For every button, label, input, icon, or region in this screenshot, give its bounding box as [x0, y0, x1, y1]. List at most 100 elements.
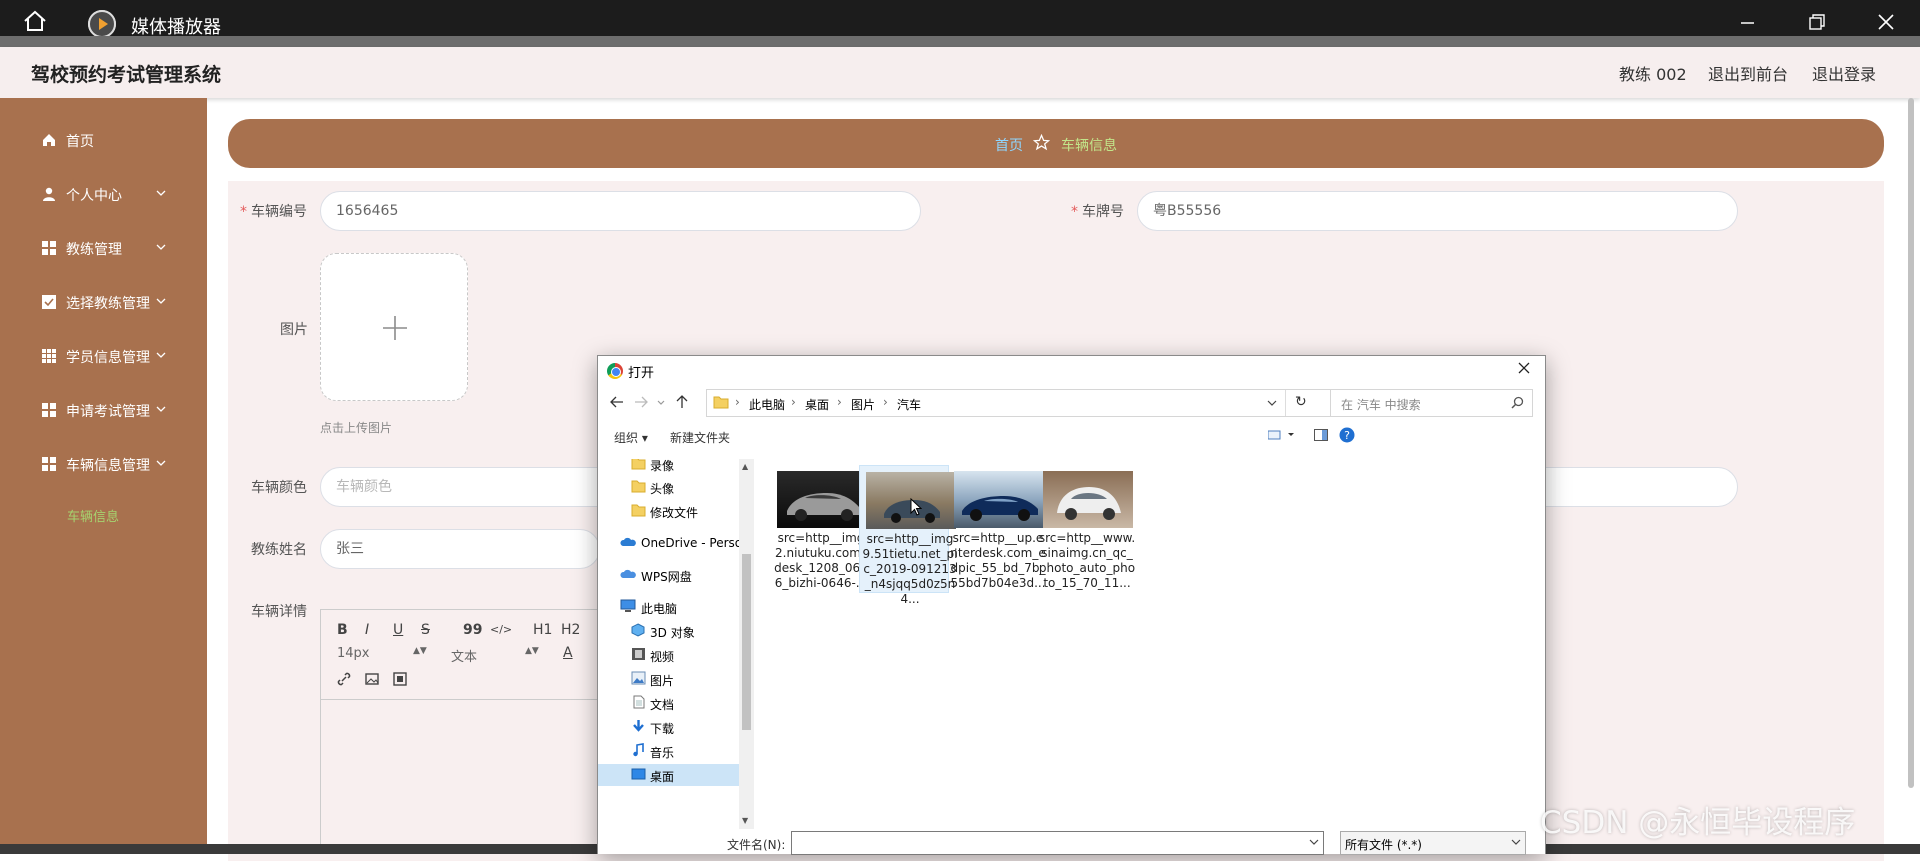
file-item[interactable]: src=http__up.enterdesk.com_edpic_55_bd_7… — [948, 465, 1046, 593]
current-user: 教练 002 — [1619, 65, 1687, 84]
italic-button[interactable]: I — [365, 622, 369, 638]
app-brand: 驾校预约考试管理系统 — [31, 64, 222, 86]
tree-item[interactable]: 图片 — [598, 668, 739, 690]
page-scrollbar[interactable] — [1908, 98, 1914, 788]
tree-item[interactable]: WPS网盘 — [598, 564, 739, 586]
player-logo-icon — [88, 10, 116, 38]
chevron-down-icon[interactable] — [1309, 837, 1319, 847]
app-header: 驾校预约考试管理系统 教练 002 退出到前台 退出登录 — [0, 47, 1920, 98]
filetype-select[interactable]: 所有文件 (*.*) — [1340, 831, 1526, 855]
tree-item[interactable]: 文档 — [598, 692, 739, 714]
home-icon — [42, 133, 56, 147]
view-options-icon[interactable] — [1268, 430, 1298, 440]
tree-item[interactable]: 3D 对象 — [598, 620, 739, 642]
bold-button[interactable]: B — [337, 622, 348, 638]
sidebar-item-label: 个人中心 — [66, 188, 122, 204]
tree-item[interactable]: 此电脑 — [598, 596, 739, 618]
tree-item[interactable]: 下载 — [598, 716, 739, 738]
dialog-close-icon[interactable] — [1517, 361, 1531, 375]
underline-button[interactable]: U — [393, 622, 403, 638]
home-icon[interactable] — [22, 9, 48, 33]
tree-scrollbar[interactable]: ▲ ▼ — [739, 459, 754, 829]
dialog-search-input[interactable]: 在 汽车 中搜索 — [1330, 389, 1533, 417]
grid-icon — [42, 349, 56, 363]
breadcrumb: 首页 车辆信息 — [228, 119, 1884, 168]
sidebar-item-label: 学员信息管理 — [66, 350, 150, 366]
link-icon[interactable] — [337, 672, 351, 686]
search-icon — [1511, 396, 1524, 409]
sidebar-subitem-vehicle-info[interactable]: 车辆信息 — [67, 506, 119, 525]
exit-to-front-link[interactable]: 退出到前台 — [1708, 61, 1788, 85]
mouse-cursor-icon — [910, 498, 922, 516]
sidebar-item-home[interactable]: 首页 — [0, 120, 207, 160]
sidebar-item-student-info[interactable]: 学员信息管理 — [0, 336, 207, 376]
close-icon[interactable] — [1871, 12, 1901, 34]
organize-menu[interactable]: 组织 ▾ — [614, 429, 648, 446]
file-item-selected[interactable]: src=http__img9.51tietu.net_pic_2019-0912… — [859, 465, 957, 606]
sidebar-item-select-coach[interactable]: 选择教练管理 — [0, 282, 207, 322]
file-item[interactable]: src=http__www.sinaimg.cn_qc_photo_auto_p… — [1037, 465, 1135, 593]
forward-arrow-icon[interactable] — [634, 396, 648, 408]
image-icon[interactable] — [365, 672, 379, 686]
help-icon[interactable]: ? — [1339, 427, 1355, 443]
recent-chevron-icon[interactable] — [656, 397, 666, 407]
sidebar-item-exam-application[interactable]: 申请考试管理 — [0, 390, 207, 430]
sidebar-item-personal-center[interactable]: 个人中心 — [0, 174, 207, 214]
desktop-icon — [631, 767, 646, 781]
chevron-down-icon — [156, 297, 166, 305]
address-bar[interactable]: › 此电脑 › 桌面 › 图片 › 汽车 ↻ — [706, 389, 1382, 417]
h1-button[interactable]: H1 — [533, 622, 552, 638]
file-name: src=http__img2.niutuku.com_desk_1208_064… — [774, 531, 868, 590]
tree-scrollbar-thumb[interactable] — [742, 554, 751, 730]
image-upload[interactable] — [320, 253, 468, 401]
breadcrumb-home[interactable]: 首页 — [995, 135, 1023, 155]
scroll-up-icon[interactable]: ▲ — [742, 462, 748, 471]
path-segment[interactable]: 图片 — [851, 396, 875, 413]
restore-icon[interactable] — [1800, 12, 1830, 34]
tree-item-label: 录像 — [650, 459, 675, 473]
chevron-down-icon[interactable] — [1267, 398, 1277, 408]
paragraph-select[interactable]: 文本 — [451, 646, 477, 665]
tree-item[interactable]: OneDrive - Perso — [598, 532, 739, 554]
chevron-down-icon — [156, 189, 166, 197]
video-icon[interactable] — [393, 672, 407, 686]
h2-button[interactable]: H2 — [561, 622, 580, 638]
grid-icon — [42, 241, 56, 255]
logout-link[interactable]: 退出登录 — [1812, 61, 1876, 85]
new-folder-button[interactable]: 新建文件夹 — [670, 429, 730, 446]
tree-item-label: 此电脑 — [641, 602, 678, 616]
tree-item[interactable]: 视频 — [598, 644, 739, 666]
tree-item-label: 下载 — [650, 722, 675, 736]
tree-item[interactable]: 音乐 — [598, 740, 739, 762]
preview-pane-icon[interactable] — [1314, 429, 1328, 441]
tree-item[interactable]: 录像 — [598, 459, 739, 475]
filename-input[interactable] — [791, 831, 1324, 855]
font-size-select[interactable]: 14px — [337, 646, 370, 661]
up-arrow-icon[interactable] — [676, 395, 688, 409]
file-item[interactable]: src=http__img2.niutuku.com_desk_1208_064… — [771, 465, 868, 593]
coach-input[interactable]: 张三 — [320, 529, 600, 569]
car-thumbnail-image — [777, 471, 867, 528]
tree-item[interactable]: 修改文件 — [598, 500, 739, 522]
path-segment[interactable]: 桌面 — [805, 396, 829, 413]
sidebar-item-coach-management[interactable]: 教练管理 — [0, 228, 207, 268]
minimize-icon[interactable] — [1732, 12, 1762, 34]
document-icon — [631, 695, 646, 709]
code-button[interactable]: </> — [490, 623, 512, 636]
plate-input[interactable]: 粤B55556 — [1137, 191, 1738, 231]
path-segment[interactable]: 汽车 — [897, 396, 921, 413]
sidebar-item-vehicle-management[interactable]: 车辆信息管理 — [0, 444, 207, 484]
strike-button[interactable]: S — [421, 622, 430, 638]
tree-item-selected[interactable]: 桌面 — [598, 764, 739, 786]
refresh-icon[interactable]: ↻ — [1295, 394, 1307, 410]
file-name: src=http__up.enterdesk.com_edpic_55_bd_7… — [950, 531, 1046, 590]
address-divider — [1285, 390, 1286, 416]
scroll-down-icon[interactable]: ▼ — [742, 816, 748, 825]
quote-button[interactable]: 99 — [463, 622, 482, 638]
tree-item[interactable]: 头像 — [598, 476, 739, 498]
back-arrow-icon[interactable] — [610, 396, 624, 408]
font-color-button[interactable]: A — [563, 645, 573, 661]
path-segment[interactable]: 此电脑 — [749, 396, 785, 413]
vehicle-no-input[interactable]: 1656465 — [320, 191, 921, 231]
tree-item-label: 头像 — [650, 482, 675, 496]
